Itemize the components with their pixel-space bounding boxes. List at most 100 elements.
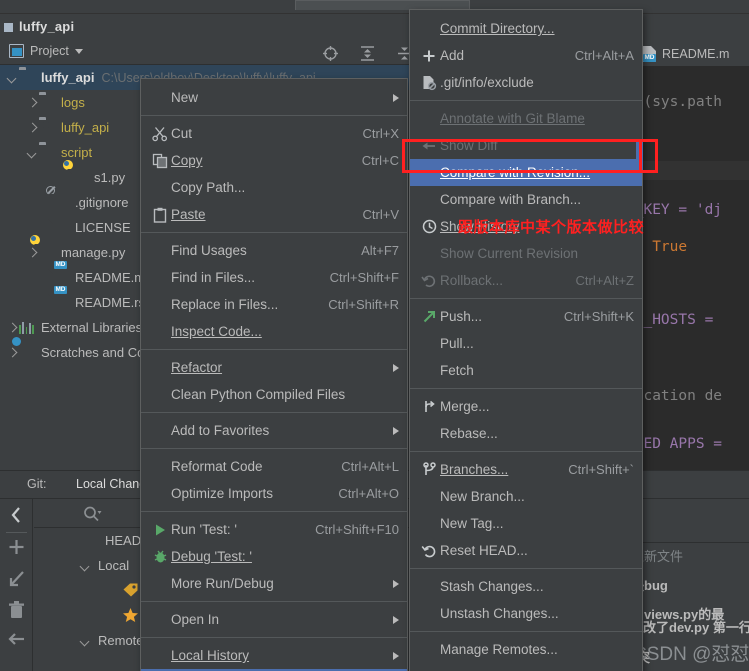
menu-separator (410, 451, 642, 452)
menu-item-git-info-exclude[interactable]: .git/info/exclude (410, 69, 642, 96)
menu-item-stash-changes[interactable]: Stash Changes... (410, 573, 642, 600)
menu-item-rebase[interactable]: Rebase... (410, 420, 642, 447)
menu-item-commit-directory[interactable]: Commit Directory... (410, 15, 642, 42)
page-title: luffy_api (19, 19, 75, 34)
menu-item-inspect-code[interactable]: Inspect Code... (141, 318, 407, 345)
git-submenu[interactable]: Commit Directory... Add Ctrl+Alt+A .git/… (409, 9, 643, 671)
tab-readme-md[interactable]: MD README.m (642, 43, 729, 65)
menu-shortcut: Ctrl+V (362, 207, 399, 222)
chevron-right-icon[interactable] (26, 96, 39, 109)
chevron-down-icon[interactable] (79, 559, 92, 572)
search-icon[interactable] (82, 505, 102, 528)
run-icon (149, 523, 171, 537)
menu-item-refactor-label: Refactor (171, 360, 223, 375)
menu-item-replace-in-files[interactable]: Replace in Files... Ctrl+Shift+R (141, 291, 407, 318)
menu-item-show-diff: Show Diff (410, 132, 642, 159)
menu-item-merge[interactable]: Merge... (410, 393, 642, 420)
history-icon (418, 219, 440, 234)
menu-item-open-in[interactable]: Open In (141, 606, 407, 633)
markdown-file-icon: MD (54, 261, 67, 269)
scratches-icon (19, 344, 36, 361)
menu-item-clean-python-compiled-files[interactable]: Clean Python Compiled Files (141, 381, 407, 408)
menu-item-debug-test[interactable]: Debug 'Test: ' (141, 543, 407, 570)
menu-item-new-branch[interactable]: New Branch... (410, 483, 642, 510)
menu-item-more-run-debug[interactable]: More Run/Debug (141, 570, 407, 597)
copy-icon (149, 153, 171, 169)
submenu-arrow-icon (393, 93, 399, 102)
debug-icon (149, 549, 171, 564)
submenu-arrow-icon (393, 615, 399, 624)
project-view-selector[interactable]: Project (9, 44, 83, 58)
menu-separator (410, 298, 642, 299)
checkout-icon[interactable] (0, 563, 33, 595)
clipboard-icon (149, 207, 171, 223)
menu-item-clone[interactable]: Clone... (410, 663, 642, 671)
menu-item-find-in-files[interactable]: Find in Files... Ctrl+Shift+F (141, 264, 407, 291)
menu-item-cut[interactable]: Cut Ctrl+X (141, 120, 407, 147)
menu-separator (141, 115, 407, 116)
watermark-text: CSDN @怼怼哎 (633, 644, 749, 665)
log-message: 改了dev.py 第一行 (643, 620, 749, 635)
project-context-menu[interactable]: New Cut Ctrl+X Copy Ctrl+C Copy Path... (140, 78, 408, 671)
menu-separator (141, 637, 407, 638)
menu-item-optimize-imports[interactable]: Optimize Imports Ctrl+Alt+O (141, 480, 407, 507)
menu-item-commit-directory-label: Commit Directory... (440, 21, 555, 36)
menu-item-compare-with-branch[interactable]: Compare with Branch... (410, 186, 642, 213)
locate-icon[interactable] (322, 45, 339, 62)
tree-item-label: External Libraries (41, 320, 143, 335)
text-file-icon (53, 219, 70, 236)
menu-item-branches-label: Branches... (440, 462, 509, 477)
chevron-down-icon[interactable] (74, 48, 83, 54)
folder-icon (39, 144, 56, 161)
menu-separator (410, 631, 642, 632)
menu-item-local-history[interactable]: Local History (141, 642, 407, 669)
file-ignored-icon (418, 75, 440, 91)
plus-icon (418, 49, 440, 63)
menu-item-fetch[interactable]: Fetch (410, 357, 642, 384)
menu-item-manage-remotes[interactable]: Manage Remotes... (410, 636, 642, 663)
menu-item-rollback: Rollback... Ctrl+Alt+Z (410, 267, 642, 294)
folder-module-icon (39, 119, 56, 136)
menu-item-run-test[interactable]: Run 'Test: ' Ctrl+Shift+F10 (141, 516, 407, 543)
menu-item-reformat-code[interactable]: Reformat Code Ctrl+Alt+L (141, 453, 407, 480)
add-icon[interactable] (0, 531, 33, 563)
menu-item-unstash-changes[interactable]: Unstash Changes... (410, 600, 642, 627)
menu-item-find-usages[interactable]: Find Usages Alt+F7 (141, 237, 407, 264)
compare-icon (418, 138, 440, 154)
delete-icon[interactable] (0, 595, 33, 627)
menu-item-refactor[interactable]: Refactor (141, 354, 407, 381)
ide-window: luffy_api Project luffy_api C:\Users\ol (0, 0, 749, 671)
menu-item-new[interactable]: New (141, 84, 407, 111)
menu-item-pull[interactable]: Pull... (410, 330, 642, 357)
back-icon[interactable] (0, 627, 33, 659)
menu-separator (141, 601, 407, 602)
menu-separator (141, 349, 407, 350)
chevron-down-icon[interactable] (79, 634, 92, 647)
menu-item-new-tag[interactable]: New Tag... (410, 510, 642, 537)
menu-shortcut: Ctrl+Shift+R (328, 297, 399, 312)
scissors-icon (149, 126, 171, 142)
collapse-icon[interactable] (0, 499, 33, 531)
menu-separator (141, 448, 407, 449)
chevron-right-icon[interactable] (6, 346, 19, 359)
chevron-right-icon[interactable] (26, 121, 39, 134)
menu-item-add[interactable]: Add Ctrl+Alt+A (410, 42, 642, 69)
reset-icon (418, 543, 440, 559)
expand-all-icon[interactable] (359, 45, 376, 62)
tree-item-label: luffy_api (41, 70, 95, 85)
chevron-right-icon[interactable] (6, 321, 19, 334)
menu-item-compare-with-revision[interactable]: Compare with Revision... (410, 159, 642, 186)
chevron-down-icon[interactable] (26, 146, 39, 159)
chevron-down-icon[interactable] (6, 71, 19, 84)
branch-icon (418, 462, 440, 477)
folder-icon (19, 69, 36, 86)
menu-item-push[interactable]: Push... Ctrl+Shift+K (410, 303, 642, 330)
menu-item-reset-head[interactable]: Reset HEAD... (410, 537, 642, 564)
menu-item-copy-path[interactable]: Copy Path... (141, 174, 407, 201)
menu-item-add-to-favorites[interactable]: Add to Favorites (141, 417, 407, 444)
external-libraries-icon (19, 319, 36, 336)
menu-item-branches[interactable]: Branches... Ctrl+Shift+` (410, 456, 642, 483)
menu-item-copy[interactable]: Copy Ctrl+C (141, 147, 407, 174)
menu-item-paste[interactable]: Paste Ctrl+V (141, 201, 407, 228)
tree-item-label: luffy_api (61, 120, 110, 135)
